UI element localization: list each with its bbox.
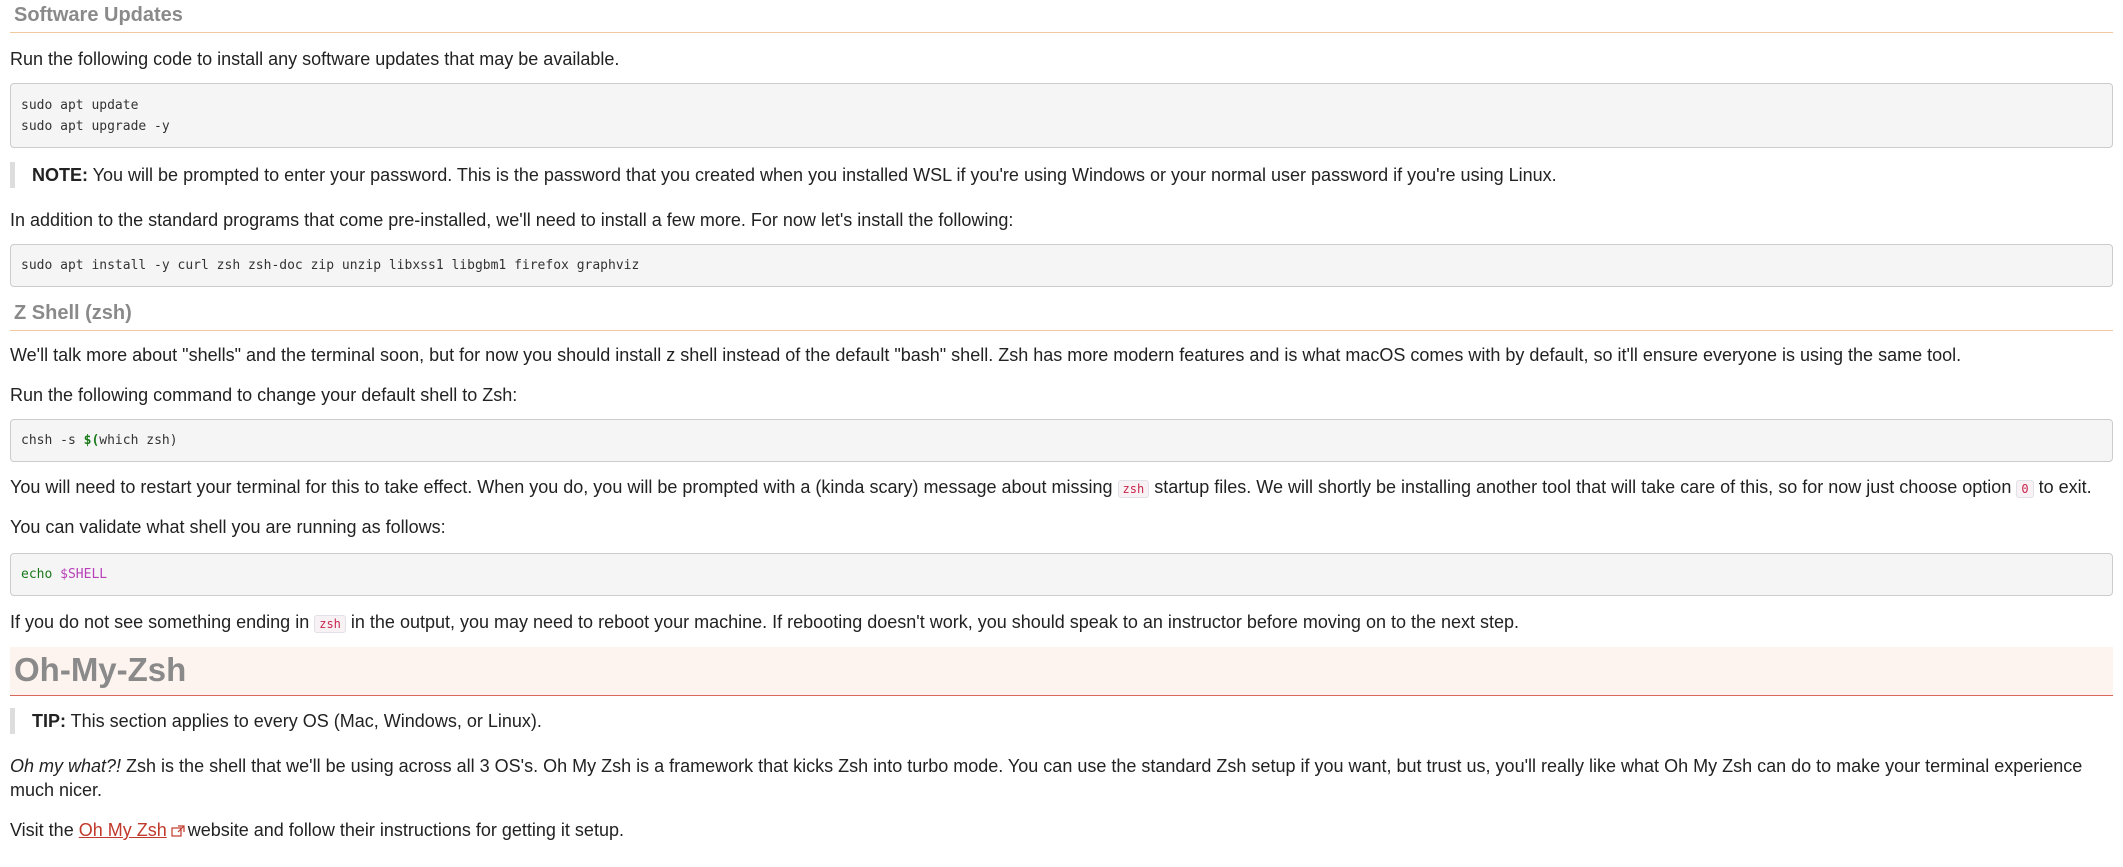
- visit-prefix: Visit the: [10, 820, 79, 840]
- note-text: You will be prompted to enter your passw…: [88, 165, 1557, 185]
- code-chsh-rest: which zsh): [99, 433, 178, 448]
- reboot-paragraph: If you do not see something ending in zs…: [10, 610, 2113, 636]
- validate-intro: You can validate what shell you are runn…: [10, 517, 446, 537]
- tip-text: This section applies to every OS (Mac, W…: [66, 711, 542, 731]
- software-updates-heading: Software Updates: [10, 0, 2113, 33]
- restart-text-1: You will need to restart your terminal f…: [10, 477, 1118, 497]
- reboot-text-2: in the output, you may need to reboot yo…: [345, 612, 1520, 632]
- external-link-icon[interactable]: [171, 819, 185, 837]
- install-intro: In addition to the standard programs tha…: [10, 210, 1014, 230]
- code-echo: echo: [21, 567, 61, 582]
- code-line: sudo apt upgrade -y: [21, 119, 170, 134]
- code-shell-var: $SHELL: [60, 567, 108, 582]
- restart-text-2: startup files. We will shortly be instal…: [1149, 477, 2017, 497]
- code-line: sudo apt install -y curl zsh zsh-doc zip…: [21, 258, 640, 273]
- code-dollar: $(: [83, 433, 100, 448]
- code-chsh-prefix: chsh -s: [21, 433, 84, 448]
- tip-callout: TIP: This section applies to every OS (M…: [10, 708, 2113, 734]
- note-label: NOTE:: [32, 165, 88, 185]
- ohmyzsh-description-text: Zsh is the shell that we'll be using acr…: [10, 756, 2083, 800]
- zsh-heading: Z Shell (zsh): [10, 298, 2113, 331]
- inline-code-zero: 0: [2016, 480, 2034, 498]
- software-updates-intro: Run the following code to install any so…: [10, 49, 620, 69]
- ohmyzsh-heading: Oh-My-Zsh: [10, 647, 2113, 696]
- restart-paragraph: You will need to restart your terminal f…: [10, 475, 2113, 501]
- inline-code-zsh: zsh: [1117, 480, 1150, 498]
- tip-label: TIP:: [32, 711, 66, 731]
- note-callout: NOTE: You will be prompted to enter your…: [10, 162, 2113, 188]
- code-line: sudo apt update: [21, 98, 139, 113]
- echo-code-block[interactable]: echo $SHELL: [10, 553, 2113, 596]
- zsh-change-intro: Run the following command to change your…: [10, 385, 518, 405]
- install-code-block[interactable]: sudo apt install -y curl zsh zsh-doc zip…: [10, 244, 2113, 287]
- reboot-text-1: If you do not see something ending in: [10, 612, 315, 632]
- visit-paragraph: Visit the Oh My Zsh website and follow t…: [10, 818, 2113, 842]
- chsh-code-block[interactable]: chsh -s $(which zsh): [10, 419, 2113, 462]
- visit-suffix: website and follow their instructions fo…: [182, 820, 624, 840]
- page: Software Updates Run the following code …: [0, 0, 2123, 867]
- software-updates-code-block[interactable]: sudo apt update sudo apt upgrade -y: [10, 83, 2113, 148]
- zsh-intro: We'll talk more about "shells" and the t…: [10, 345, 1962, 365]
- ohmyzsh-link[interactable]: Oh My Zsh: [79, 820, 167, 840]
- ohmyzsh-description: Oh my what?! Zsh is the shell that we'll…: [10, 754, 2113, 802]
- ohmyzsh-description-italic: Oh my what?!: [10, 756, 122, 776]
- restart-text-3: to exit.: [2033, 477, 2092, 497]
- inline-code-zsh: zsh: [314, 615, 346, 633]
